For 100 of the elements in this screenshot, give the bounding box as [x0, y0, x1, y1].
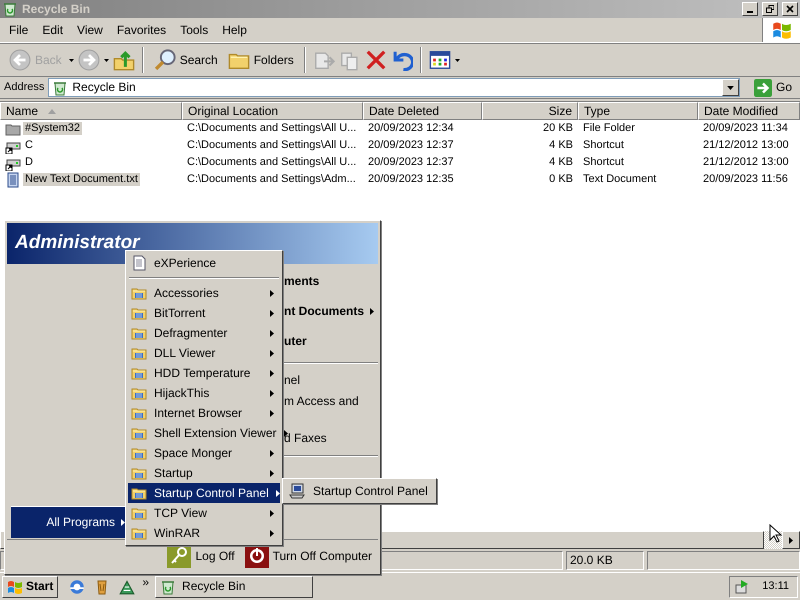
- menu-item[interactable]: Defragmenter: [128, 323, 280, 343]
- menu-item[interactable]: DLL Viewer: [128, 343, 280, 363]
- text-document-icon: [5, 172, 21, 188]
- restore-button[interactable]: [762, 2, 778, 16]
- table-cell-text: 20/09/2023 12:35: [367, 172, 455, 186]
- menu-item[interactable]: Internet Browser: [128, 403, 280, 423]
- submenu-arrow-icon: [270, 330, 274, 336]
- window-title: Recycle Bin: [22, 2, 92, 16]
- network-icon[interactable]: [734, 578, 750, 594]
- table-cell-text: C:\Documents and Settings\All U...: [186, 156, 358, 170]
- submenu-arrow-icon: [270, 530, 274, 536]
- table-cell-text: Shortcut: [582, 156, 625, 170]
- column-header[interactable]: Size: [482, 102, 578, 120]
- restore-icon: [766, 5, 774, 13]
- menu-item[interactable]: Startup Control Panel: [128, 483, 280, 503]
- menu-item[interactable]: Accessories: [128, 283, 280, 303]
- submenu-arrow-icon: [270, 290, 274, 296]
- arrow-right-icon: [789, 536, 793, 544]
- column-header[interactable]: Original Location: [182, 102, 363, 120]
- notepad-icon: [131, 255, 147, 271]
- file-name[interactable]: New Text Document.txt: [23, 172, 140, 186]
- table-cell-text: 21/12/2012 13:00: [702, 138, 790, 152]
- table-cell-text: Shortcut: [582, 138, 625, 152]
- menu-item[interactable]: HDD Temperature: [128, 363, 280, 383]
- menu-item[interactable]: File: [2, 20, 36, 40]
- menu-item[interactable]: ments: [284, 274, 320, 288]
- views-icon[interactable]: [428, 49, 451, 71]
- menu-item[interactable]: nt Documents: [284, 304, 364, 318]
- table-cell-text: 4 KB: [548, 156, 574, 170]
- submenu-arrow-icon: [270, 410, 274, 416]
- file-name[interactable]: #System32: [23, 122, 82, 136]
- menu-item[interactable]: HijackThis: [128, 383, 280, 403]
- menu-item[interactable]: Space Monger: [128, 443, 280, 463]
- menu-item[interactable]: View: [70, 20, 110, 40]
- bin-icon: [160, 578, 176, 594]
- minimize-button[interactable]: [742, 2, 758, 16]
- caret-icon: [726, 86, 734, 90]
- dropdown-caret-icon[interactable]: [104, 58, 109, 62]
- column-header[interactable]: Name: [0, 102, 182, 120]
- address-label: Address: [4, 80, 44, 94]
- file-name[interactable]: C: [23, 138, 35, 152]
- taskbar-button[interactable]: Recycle Bin: [155, 576, 314, 598]
- start-button[interactable]: Start: [2, 576, 58, 598]
- menu-item[interactable]: Shell Extension Viewer: [128, 423, 280, 443]
- table-cell-text: 20/09/2023 11:56: [702, 172, 789, 186]
- arrow-left-icon: [9, 49, 31, 71]
- column-header[interactable]: Date Deleted: [363, 102, 482, 120]
- table-cell-text: 20/09/2023 12:37: [367, 156, 455, 170]
- dropdown-button[interactable]: [722, 79, 739, 96]
- menu-item[interactable]: uter: [284, 334, 307, 348]
- table-cell-text: 0 KB: [548, 172, 574, 186]
- go-button[interactable]: Go: [750, 78, 796, 96]
- browser-icon[interactable]: [68, 578, 86, 596]
- dropdown-caret-icon[interactable]: [68, 58, 74, 62]
- go-arrow-icon: [754, 78, 772, 96]
- menu-item[interactable]: Startup: [128, 463, 280, 483]
- submenu-arrow-icon: [270, 370, 274, 376]
- menu-item[interactable]: TCP View: [128, 503, 280, 523]
- address-field[interactable]: Recycle Bin: [72, 80, 718, 95]
- table-cell-text: 21/12/2012 13:00: [702, 156, 790, 170]
- flag-icon: [7, 578, 23, 594]
- file-name[interactable]: D: [23, 156, 35, 170]
- search-icon: [154, 49, 176, 71]
- user-name: Administrator: [15, 232, 140, 255]
- table-cell-text: 20/09/2023 12:34: [367, 122, 455, 136]
- menu-item[interactable]: eXPerience: [128, 253, 280, 273]
- menu-item[interactable]: WinRAR: [128, 523, 280, 543]
- menu-item[interactable]: Help: [215, 20, 254, 40]
- column-header[interactable]: Type: [578, 102, 698, 120]
- table-cell-text: C:\Documents and Settings\Adm...: [186, 172, 357, 186]
- scroll-right-button[interactable]: [782, 531, 800, 549]
- folders-button[interactable]: Folders: [224, 47, 297, 73]
- search-button[interactable]: Search: [150, 47, 221, 73]
- submenu-arrow-icon: [270, 310, 274, 316]
- close-button[interactable]: [782, 2, 798, 16]
- menu-item[interactable]: d Faxes: [284, 430, 327, 446]
- menu-item[interactable]: nel: [284, 372, 300, 388]
- menu-item[interactable]: Startup Control Panel: [285, 481, 434, 501]
- chevron-button[interactable]: »: [142, 575, 150, 590]
- submenu-arrow-icon: [270, 390, 274, 396]
- submenu-arrow-icon: [270, 450, 274, 456]
- close-icon: [786, 5, 794, 13]
- column-header[interactable]: Date Modified: [698, 102, 800, 120]
- table-cell-text: 20/09/2023 12:37: [367, 138, 455, 152]
- submenu-arrow-icon: [276, 490, 280, 496]
- app-icon[interactable]: [118, 578, 136, 596]
- bin-icon: [2, 1, 18, 17]
- undo-icon[interactable]: [390, 49, 413, 71]
- menu-item[interactable]: BitTorrent: [128, 303, 280, 323]
- computer-icon: [288, 483, 306, 499]
- table-cell-text: C:\Documents and Settings\All U...: [186, 138, 358, 152]
- table-cell-text: File Folder: [582, 122, 636, 136]
- menu-item[interactable]: Edit: [35, 20, 70, 40]
- dropdown-caret-icon[interactable]: [454, 58, 460, 62]
- menu-item[interactable]: m Access and: [284, 394, 359, 408]
- menu-item[interactable]: Favorites: [110, 20, 174, 40]
- address-box[interactable]: Recycle Bin: [48, 78, 740, 97]
- table-cell-text: 20 KB: [542, 122, 574, 136]
- delete-icon[interactable]: [364, 49, 387, 71]
- menu-item[interactable]: Tools: [173, 20, 216, 40]
